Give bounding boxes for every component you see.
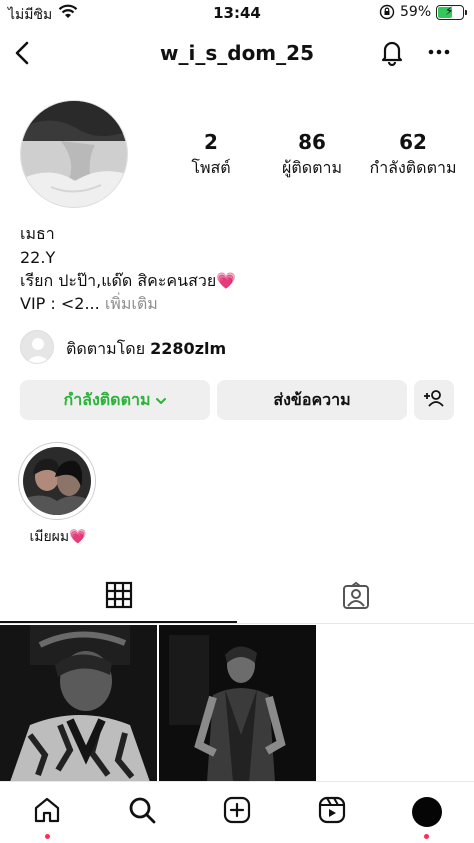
battery-icon: ⚡ xyxy=(436,4,464,20)
search-icon xyxy=(127,795,157,829)
followed-by[interactable]: ติดตามโดย 2280zlm xyxy=(20,330,460,366)
stat-following-value: 62 xyxy=(399,130,427,154)
tagged-icon xyxy=(341,581,371,615)
status-bar: ไม่มีซิม 13:44 59% ⚡ xyxy=(0,0,474,28)
battery-cap xyxy=(465,10,467,15)
profile-avatar-icon xyxy=(412,797,442,827)
message-button-label: ส่งข้อความ xyxy=(273,389,351,409)
stat-followers[interactable]: 86 ผู้ติดตาม xyxy=(257,130,367,181)
following-button[interactable]: กำลังติดตาม xyxy=(20,380,210,420)
followed-by-user[interactable]: 2280zlm xyxy=(150,339,226,358)
bio-more-link[interactable]: เพิ่มเติม xyxy=(105,294,158,313)
followed-by-prefix: ติดตามโดย xyxy=(66,339,146,358)
bio-vip-text: VIP : <2... xyxy=(20,294,100,313)
follower-avatar xyxy=(20,330,54,364)
highlight-ring xyxy=(18,442,96,520)
add-user-icon xyxy=(423,387,445,413)
bio-line-text: เรียก ปะป๊า,แด๊ด สิคะคนสวย💗 xyxy=(20,271,237,290)
more-horizontal-icon[interactable] xyxy=(424,36,454,68)
plus-square-icon xyxy=(222,795,252,829)
profile-header: w_i_s_dom_25 xyxy=(0,30,474,76)
nav-profile[interactable] xyxy=(407,792,447,832)
message-button[interactable]: ส่งข้อความ xyxy=(217,380,407,420)
nav-create[interactable] xyxy=(217,792,257,832)
bell-icon[interactable] xyxy=(376,36,408,68)
add-user-button[interactable] xyxy=(414,380,454,420)
stat-following-label: กำลังติดตาม xyxy=(369,158,457,177)
tab-posts-grid[interactable] xyxy=(0,572,237,623)
home-notification-dot xyxy=(45,834,50,839)
charging-bolt-icon: ⚡ xyxy=(445,4,454,18)
home-icon xyxy=(32,795,62,829)
following-button-label: กำลังติดตาม xyxy=(63,389,151,409)
rotation-lock-icon xyxy=(379,4,395,24)
reels-icon xyxy=(317,795,347,829)
stat-posts[interactable]: 2 โพสต์ xyxy=(156,130,266,181)
profile-avatar[interactable] xyxy=(20,100,128,208)
followed-by-text: ติดตามโดย 2280zlm xyxy=(66,337,226,362)
tab-tagged[interactable] xyxy=(237,572,474,623)
bio-line-age: 22.Y xyxy=(20,248,56,267)
bottom-nav xyxy=(0,781,474,843)
stat-posts-value: 2 xyxy=(204,130,218,154)
profile-notification-dot xyxy=(424,834,429,839)
stat-followers-label: ผู้ติดตาม xyxy=(281,158,343,177)
nav-search[interactable] xyxy=(122,792,162,832)
stat-posts-label: โพสต์ xyxy=(191,158,231,177)
bio-line-vip: VIP : <2... เพิ่มเติม xyxy=(20,292,158,316)
battery-percent: 59% xyxy=(400,4,432,20)
chevron-down-icon xyxy=(155,391,167,410)
stat-following[interactable]: 62 กำลังติดตาม xyxy=(358,130,468,181)
highlight-label: เมียผม💗 xyxy=(29,529,87,545)
stat-followers-value: 86 xyxy=(298,130,326,154)
nav-reels[interactable] xyxy=(312,792,352,832)
post-thumbnail[interactable] xyxy=(159,625,316,782)
profile-tabs xyxy=(0,572,474,624)
highlight-cover xyxy=(23,447,91,515)
nav-home[interactable] xyxy=(27,792,67,832)
bio-name: เมธา xyxy=(20,224,55,243)
grid-icon xyxy=(105,581,133,613)
post-thumbnail[interactable] xyxy=(0,625,157,782)
story-highlight[interactable]: เมียผม💗 xyxy=(18,442,98,548)
